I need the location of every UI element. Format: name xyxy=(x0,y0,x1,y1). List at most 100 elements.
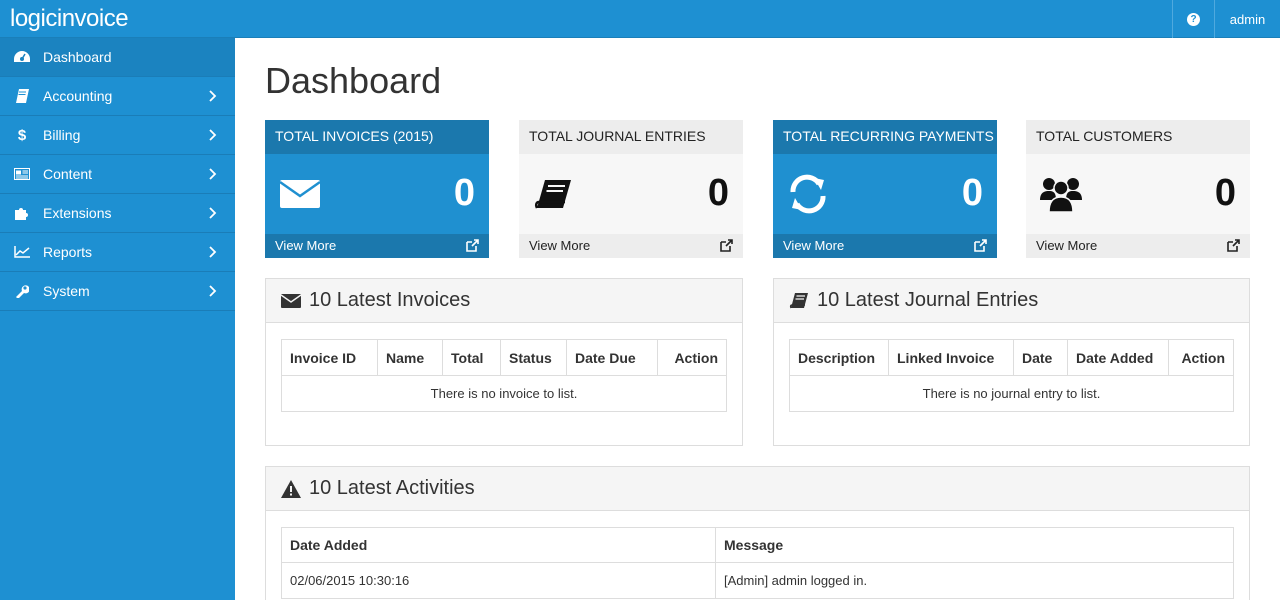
column-header[interactable]: Status xyxy=(500,339,567,376)
chevron-right-icon xyxy=(209,129,217,141)
dollar-icon: $ xyxy=(17,126,27,144)
users-icon xyxy=(1040,178,1082,213)
column-header[interactable]: Invoice ID xyxy=(281,339,378,376)
warning-icon xyxy=(281,479,301,498)
activities-table: Date Added Message 02/06/2015 10:30:16 [… xyxy=(281,527,1234,599)
sidebar-item-extensions[interactable]: Extensions xyxy=(0,194,235,233)
panel-heading: 10 Latest Invoices xyxy=(266,279,742,323)
column-header: Action xyxy=(1168,339,1234,376)
sidebar-item-billing[interactable]: $ Billing xyxy=(0,116,235,155)
refresh-icon xyxy=(790,174,826,214)
topbar-actions: ? admin xyxy=(1172,0,1280,38)
empty-message: There is no invoice to list. xyxy=(281,375,727,412)
newspaper-icon xyxy=(14,167,30,181)
column-header[interactable]: Date xyxy=(1013,339,1068,376)
book-icon xyxy=(789,292,808,308)
latest-activities-panel: 10 Latest Activities Date Added Message … xyxy=(265,466,1250,600)
sidebar-item-dashboard[interactable]: Dashboard xyxy=(0,38,235,77)
puzzle-icon xyxy=(14,206,30,220)
panel-heading: 10 Latest Activities xyxy=(266,467,1249,511)
sidebar-item-content[interactable]: Content xyxy=(0,155,235,194)
column-header[interactable]: Linked Invoice xyxy=(888,339,1014,376)
table-header-row: Invoice ID Name Total Status Date Due Ac… xyxy=(281,339,727,376)
stat-card-title: TOTAL RECURRING PAYMENTS xyxy=(773,120,997,154)
stat-card-title: TOTAL INVOICES (2015) xyxy=(265,120,489,154)
sidebar-item-label: Accounting xyxy=(43,88,113,104)
table-header-row: Date Added Message xyxy=(281,527,1234,563)
envelope-icon xyxy=(279,180,321,208)
column-header[interactable]: Date Added xyxy=(281,527,716,563)
sidebar: Dashboard Accounting $ Billing Content E… xyxy=(0,38,235,600)
stat-card-title: TOTAL CUSTOMERS xyxy=(1026,120,1250,154)
chevron-right-icon xyxy=(209,285,217,297)
column-header[interactable]: Total xyxy=(442,339,501,376)
latest-journal-entries-panel: 10 Latest Journal Entries Description Li… xyxy=(773,278,1250,446)
chevron-right-icon xyxy=(209,207,217,219)
page-title: Dashboard xyxy=(265,60,442,101)
table-row: 02/06/2015 10:30:16 [Admin] admin logged… xyxy=(281,562,1234,599)
top-bar: logicinvoice ? admin xyxy=(0,0,1280,38)
view-more-label: View More xyxy=(783,238,845,253)
column-header[interactable]: Date Added xyxy=(1067,339,1169,376)
sidebar-item-label: Reports xyxy=(43,244,93,260)
main-content: Dashboard TOTAL INVOICES (2015) 0 View M… xyxy=(235,38,1280,600)
activity-date: 02/06/2015 10:30:16 xyxy=(281,562,716,599)
book-icon xyxy=(534,180,571,209)
stat-card-invoices: TOTAL INVOICES (2015) 0 View More xyxy=(265,120,489,258)
table-row: There is no invoice to list. xyxy=(281,375,727,412)
view-more-link[interactable]: View More xyxy=(519,234,743,258)
chevron-right-icon xyxy=(209,168,217,180)
column-header[interactable]: Date Due xyxy=(566,339,658,376)
chevron-right-icon xyxy=(209,246,217,258)
sidebar-item-label: Dashboard xyxy=(43,49,112,65)
column-header[interactable]: Name xyxy=(377,339,443,376)
external-link-icon xyxy=(466,239,479,252)
user-menu[interactable]: admin xyxy=(1214,0,1280,38)
external-link-icon xyxy=(1227,239,1240,252)
sidebar-item-label: Billing xyxy=(43,127,81,143)
table-header-row: Description Linked Invoice Date Date Add… xyxy=(789,339,1234,376)
book-icon xyxy=(14,89,30,103)
envelope-icon xyxy=(281,293,301,308)
latest-invoices-panel: 10 Latest Invoices Invoice ID Name Total… xyxy=(265,278,743,446)
sidebar-item-system[interactable]: System xyxy=(0,272,235,311)
sidebar-item-accounting[interactable]: Accounting xyxy=(0,77,235,116)
stat-card-value: 0 xyxy=(453,172,475,214)
stat-card-value: 0 xyxy=(707,172,729,214)
panel-title: 10 Latest Activities xyxy=(309,477,475,499)
panel-title: 10 Latest Journal Entries xyxy=(817,289,1039,311)
panel-heading: 10 Latest Journal Entries xyxy=(774,279,1249,323)
view-more-label: View More xyxy=(1036,238,1098,253)
table-row: There is no journal entry to list. xyxy=(789,375,1234,412)
sidebar-item-label: Extensions xyxy=(43,205,112,221)
external-link-icon xyxy=(974,239,987,252)
sidebar-item-reports[interactable]: Reports xyxy=(0,233,235,272)
stat-card-title: TOTAL JOURNAL ENTRIES (2015) xyxy=(519,120,743,176)
user-menu-label: admin xyxy=(1229,11,1266,27)
view-more-label: View More xyxy=(529,238,591,253)
question-circle-icon: ? xyxy=(1187,12,1200,26)
line-chart-icon xyxy=(14,245,30,259)
view-more-link[interactable]: View More xyxy=(773,234,997,258)
chevron-right-icon xyxy=(209,90,217,102)
empty-message: There is no journal entry to list. xyxy=(789,375,1234,412)
help-button[interactable]: ? xyxy=(1172,0,1214,38)
stat-card-journal-entries: TOTAL JOURNAL ENTRIES (2015) 0 View More xyxy=(519,120,743,258)
stat-card-customers: TOTAL CUSTOMERS 0 View More xyxy=(1026,120,1250,258)
dashboard-icon xyxy=(14,50,30,64)
app-logo[interactable]: logicinvoice xyxy=(10,4,129,34)
stat-card-value: 0 xyxy=(961,172,983,214)
column-header[interactable]: Description xyxy=(789,339,889,376)
stat-card-value: 0 xyxy=(1214,172,1236,214)
journal-entries-table: Description Linked Invoice Date Date Add… xyxy=(789,339,1234,412)
wrench-icon xyxy=(14,284,30,298)
column-header: Action xyxy=(657,339,727,376)
external-link-icon xyxy=(720,239,733,252)
sidebar-item-label: Content xyxy=(43,166,93,182)
view-more-label: View More xyxy=(275,238,337,253)
view-more-link[interactable]: View More xyxy=(265,234,489,258)
sidebar-item-label: System xyxy=(43,283,90,299)
view-more-link[interactable]: View More xyxy=(1026,234,1250,258)
panel-title: 10 Latest Invoices xyxy=(309,289,471,311)
column-header[interactable]: Message xyxy=(715,527,1234,563)
